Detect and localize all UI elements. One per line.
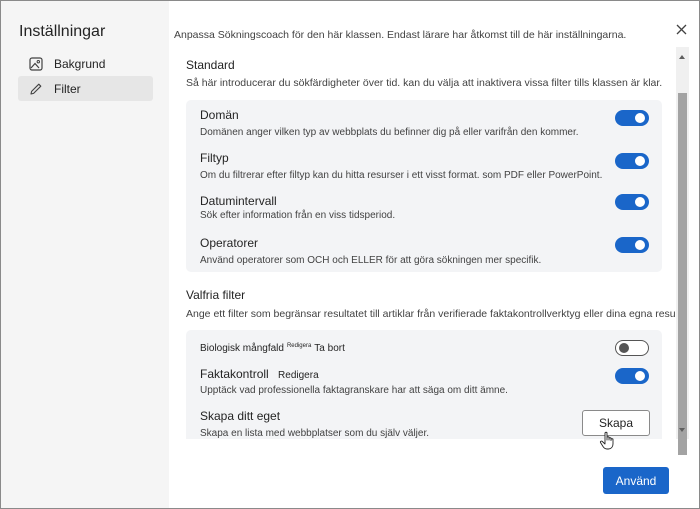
biodiversity-title-group: Biologisk mångfald Redigera Ta bort (200, 343, 345, 354)
close-button[interactable] (672, 20, 690, 38)
scroll-down-arrow-icon[interactable] (679, 428, 685, 432)
optional-section-title: Valfria filter (186, 288, 246, 302)
scroll-up-arrow-icon[interactable] (679, 55, 685, 59)
sidebar: Inställningar Bakgrund Filter (1, 1, 169, 508)
daterange-toggle[interactable] (615, 194, 649, 210)
filter-title: Faktakontroll (200, 367, 269, 381)
sidebar-item-filter[interactable]: Filter (18, 76, 153, 101)
toggle-knob (635, 240, 645, 250)
dialog-description: Anpassa Sökningscoach för den här klasse… (174, 29, 627, 41)
filter-title: Domän (200, 108, 239, 122)
toggle-knob (635, 113, 645, 123)
filter-row-daterange: Datumintervall Sök efter information frå… (200, 194, 649, 228)
settings-dialog: Inställningar Bakgrund Filter Anpassa Sö… (0, 0, 700, 509)
filter-title: Datumintervall (200, 194, 277, 208)
optional-filters-card: Biologisk mångfald Redigera Ta bort Faktak… (186, 330, 662, 439)
standard-section-description: Så här introducerar du sökfärdigheter öv… (186, 77, 663, 89)
standard-section-title: Standard (186, 58, 235, 72)
filter-title: Filtyp (200, 151, 229, 165)
image-icon (28, 56, 44, 72)
filter-row-filetype: Filtyp Om du filtrerar efter filtyp kan … (200, 151, 649, 185)
filter-row-domain: Domän Domänen anger vilken typ av webbpl… (200, 108, 649, 142)
hand-cursor-icon (599, 431, 614, 450)
filter-description: Upptäck vad professionella faktagranskar… (200, 385, 508, 396)
filter-row-factcheck: Faktakontroll Redigera Upptäck vad profe… (200, 367, 649, 401)
operators-toggle[interactable] (615, 237, 649, 253)
scrollbar-thumb[interactable] (678, 93, 687, 455)
filter-row-custom: Skapa ditt eget Skapa en lista med webbp… (200, 409, 648, 439)
sidebar-item-label: Filter (54, 81, 81, 96)
scrollbar[interactable] (676, 47, 689, 455)
toggle-knob (635, 156, 645, 166)
filter-title: Skapa ditt eget (200, 409, 281, 423)
filter-title: Biologisk mångfald (200, 343, 284, 354)
sidebar-item-background[interactable]: Bakgrund (18, 51, 153, 76)
toggle-knob (635, 197, 645, 207)
factcheck-title-group: Faktakontroll Redigera (200, 367, 319, 381)
optional-section-description: Ange ett filter som begränsar resultatet… (186, 308, 675, 320)
apply-button[interactable]: Använd (603, 467, 669, 494)
filter-description: Skapa en lista med webbplatser som du sj… (200, 428, 430, 439)
filter-description: Domänen anger vilken typ av webbplats du… (200, 127, 579, 138)
filter-row-operators: Operatorer Använd operatorer som OCH och… (200, 236, 649, 270)
close-icon (676, 24, 686, 34)
biodiversity-toggle[interactable] (615, 340, 649, 356)
filter-description: Om du filtrerar efter filtyp kan du hitt… (200, 170, 603, 181)
sidebar-title: Inställningar (19, 23, 106, 40)
toggle-knob (619, 343, 629, 353)
toggle-knob (635, 371, 645, 381)
edit-link[interactable]: Redigera (278, 370, 319, 381)
domain-toggle[interactable] (615, 110, 649, 126)
filter-row-biodiversity: Biologisk mångfald Redigera Ta bort (200, 340, 649, 360)
edit-link[interactable]: Redigera (287, 343, 311, 349)
filter-description: Använd operatorer som OCH och ELLER för … (200, 255, 542, 266)
filter-description: Sök efter information från en viss tidsp… (200, 210, 396, 221)
filetype-toggle[interactable] (615, 153, 649, 169)
sidebar-item-label: Bakgrund (54, 56, 106, 71)
remove-link[interactable]: Ta bort (314, 343, 345, 354)
settings-content: Standard Så här introducerar du sökfärdi… (169, 47, 675, 439)
filter-title: Operatorer (200, 236, 259, 250)
standard-filters-card: Domän Domänen anger vilken typ av webbpl… (186, 100, 662, 272)
factcheck-toggle[interactable] (615, 368, 649, 384)
pencil-icon (28, 81, 44, 97)
